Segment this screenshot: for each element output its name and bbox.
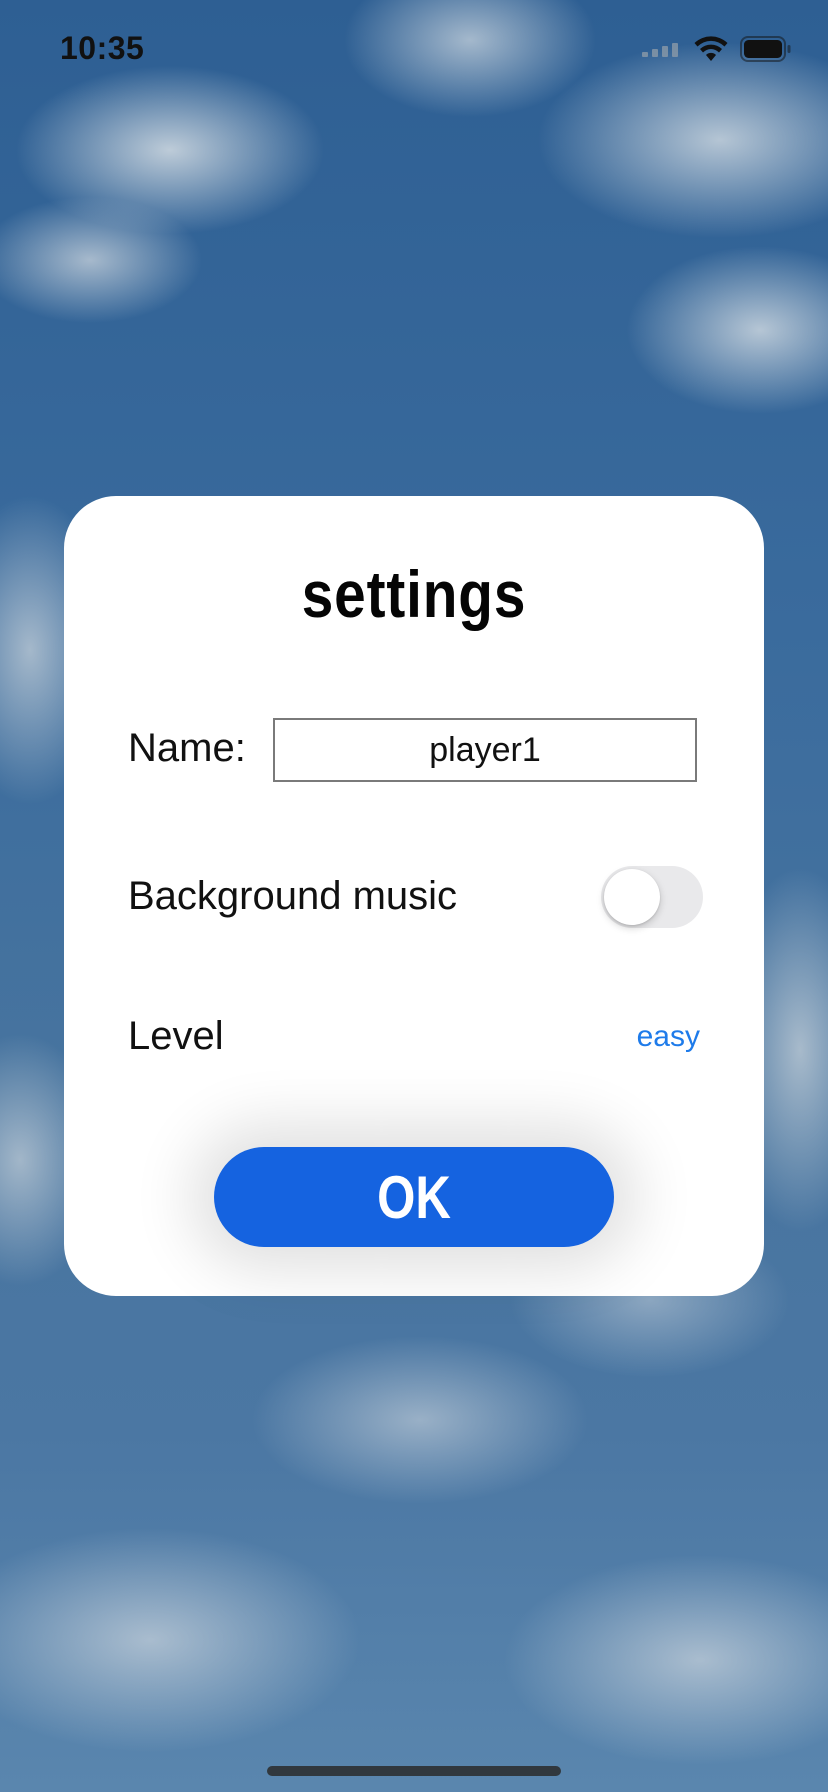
background-music-toggle[interactable] (601, 866, 703, 928)
battery-icon (740, 36, 791, 62)
ok-button-label: OK (377, 1163, 451, 1231)
name-label: Name: (128, 726, 246, 770)
dialog-title: settings (301, 557, 527, 631)
wifi-icon (694, 36, 728, 61)
name-input[interactable] (273, 718, 697, 782)
level-label: Level (128, 1014, 224, 1058)
settings-dialog: settings Name: Background music Level ea… (64, 496, 764, 1296)
level-selector[interactable]: easy (637, 1020, 700, 1054)
home-indicator (267, 1766, 561, 1776)
background-music-label: Background music (128, 874, 458, 918)
toggle-knob (604, 869, 660, 925)
ok-button[interactable]: OK (214, 1147, 614, 1247)
status-icons (642, 36, 792, 62)
status-time: 10:35 (60, 30, 145, 66)
status-bar: 10:35 (0, 0, 828, 100)
cellular-signal-icon (642, 43, 678, 57)
